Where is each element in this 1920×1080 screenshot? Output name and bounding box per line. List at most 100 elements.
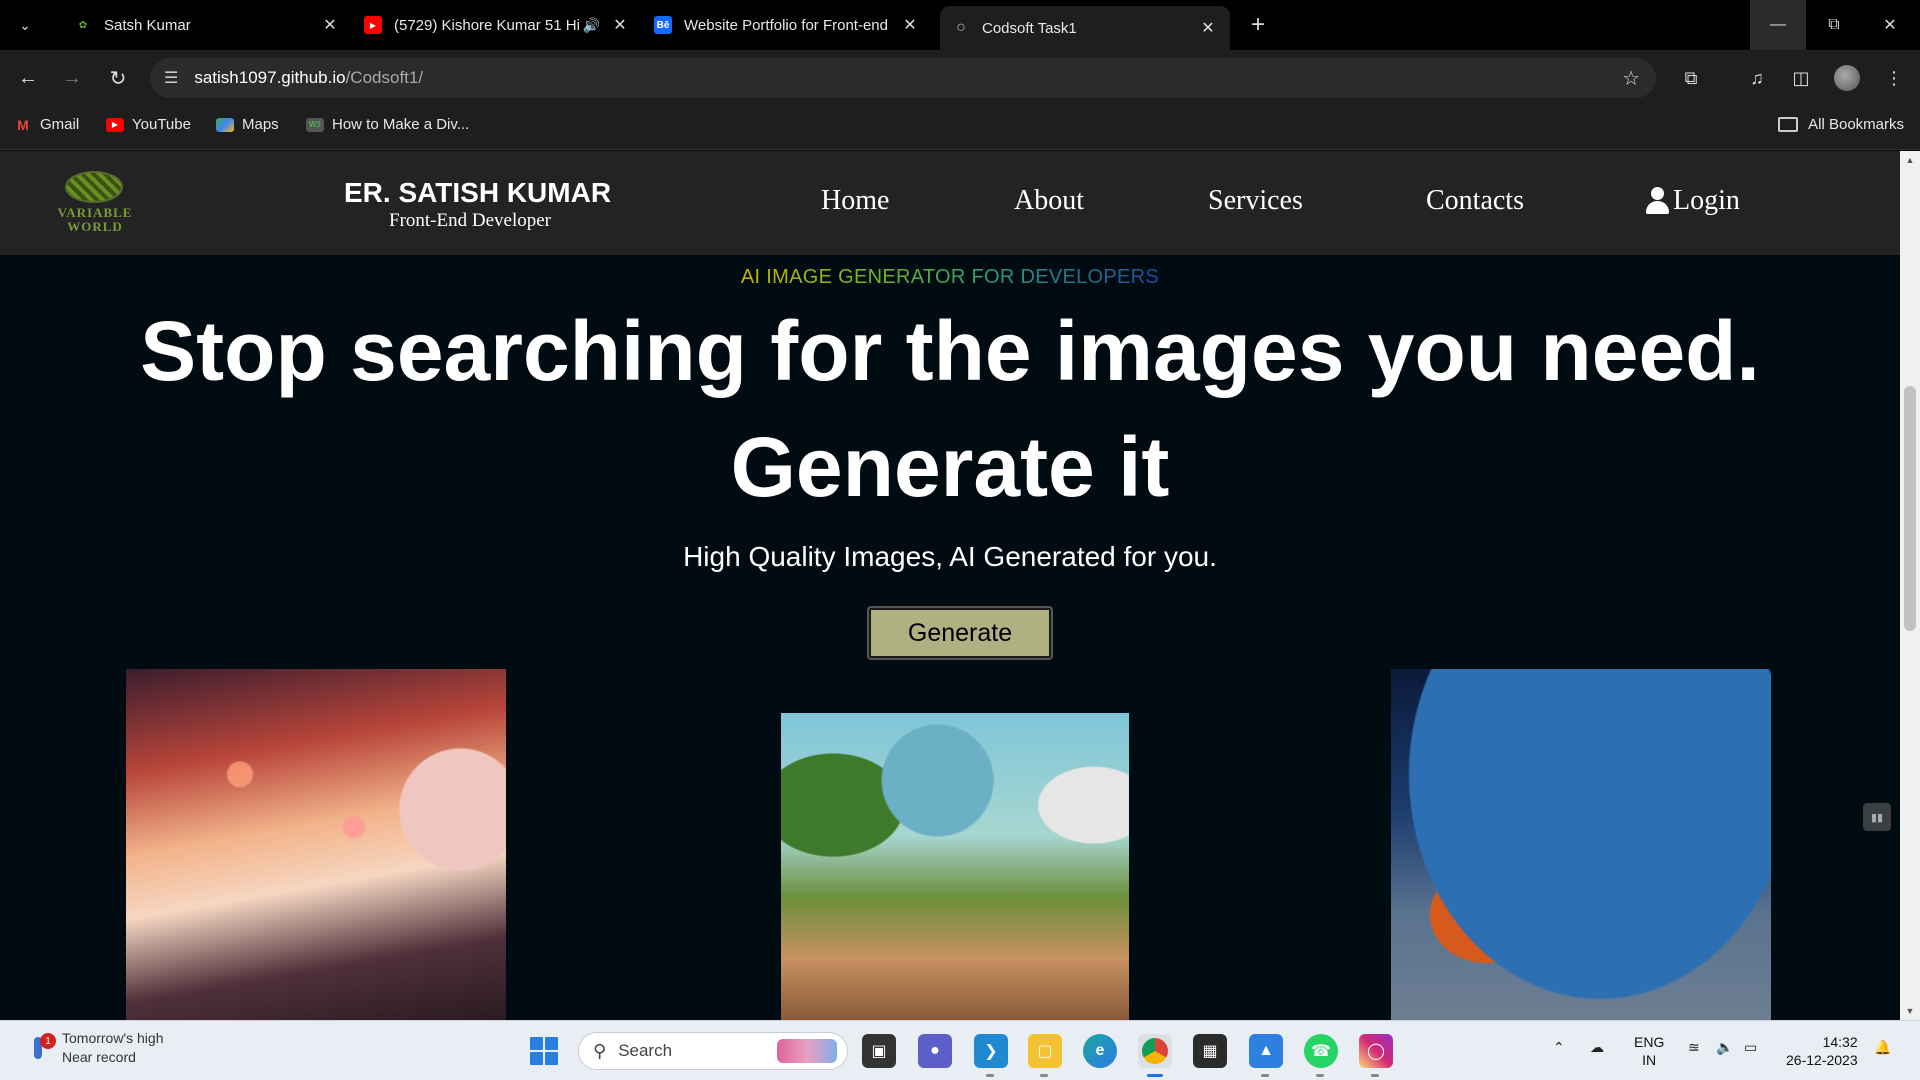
windows-start-icon[interactable] [530,1037,558,1065]
side-panel-icon[interactable]: ◫ [1785,62,1817,94]
kids-reading-in-forest-image [781,713,1129,1020]
thermometer-icon: 1 [26,1033,56,1061]
extensions-puzzle-icon[interactable]: ⧉ [1675,62,1707,94]
bookmark-maps[interactable]: Maps [216,116,279,133]
edge-icon[interactable]: e [1083,1034,1117,1068]
bookmark-label: Gmail [40,116,80,133]
nav-about[interactable]: About [1014,185,1084,217]
scrollbar-thumb[interactable] [1904,386,1916,631]
system-clock[interactable]: 14:32 26-12-2023 [1786,1033,1858,1069]
new-tab-plus-icon[interactable]: + [1243,10,1273,40]
whatsapp-icon[interactable]: ☎ [1304,1034,1338,1077]
nav-login[interactable]: Login [1645,185,1740,217]
weather-badge: 1 [40,1033,56,1049]
close-tab-icon[interactable]: ✕ [610,15,630,35]
nav-contacts[interactable]: Contacts [1426,185,1524,217]
nav-services[interactable]: Services [1208,185,1303,217]
volume-icon[interactable]: 🔈 [1716,1039,1733,1056]
back-arrow-icon[interactable]: ← [12,62,44,94]
bookmark-youtube[interactable]: ▶ YouTube [106,116,191,133]
chrome-icon[interactable] [1138,1034,1172,1077]
battery-icon[interactable]: ▭ [1744,1039,1757,1056]
tab-satsh-kumar[interactable]: ✿ Satsh Kumar ✕ [62,6,352,44]
tab-website-portfolio[interactable]: Bē Website Portfolio for Front-end ✕ [642,6,932,44]
site-info-icon[interactable]: ☰ [164,68,178,88]
window-close-icon[interactable]: ✕ [1862,0,1918,50]
clock-date: 26-12-2023 [1786,1052,1858,1068]
onedrive-cloud-icon[interactable]: ☁ [1590,1039,1604,1056]
browser-toolbar: ← → ↻ ☰ satish1097.github.io/Codsoft1/ ☆… [0,50,1920,106]
search-icon: ⚲ [593,1040,607,1061]
vscode-icon[interactable]: ❯ [974,1034,1008,1077]
w3schools-icon: W3 [306,117,324,132]
wifi-icon[interactable]: ≊ [1688,1039,1700,1056]
search-highlight-icon [777,1039,837,1063]
bookmark-gmail[interactable]: M Gmail [14,116,79,133]
microsoft-store-icon[interactable]: ▦ [1193,1034,1227,1068]
photos-icon[interactable]: ▲ [1249,1034,1283,1077]
maps-pin-icon [216,117,234,132]
weather-line2: Near record [62,1049,136,1065]
file-explorer-icon[interactable]: ▢ [1028,1034,1062,1077]
speaker-icon[interactable]: 🔊 [583,17,600,34]
close-tab-icon[interactable]: ✕ [320,15,340,35]
taskbar-search[interactable]: ⚲ Search [578,1032,848,1070]
close-tab-icon[interactable]: ✕ [900,15,920,35]
scroll-up-arrow-icon[interactable]: ▲ [1900,151,1920,169]
hero-subline: High Quality Images, AI Generated for yo… [683,541,1217,572]
close-tab-icon[interactable]: ✕ [1198,18,1218,38]
login-label: Login [1673,185,1740,216]
lang-line1: ENG [1634,1034,1665,1050]
browser-tab-strip: ⌄ ✿ Satsh Kumar ✕ ▶ (5729) Kishore Kumar… [0,0,1920,50]
nav-home[interactable]: Home [821,185,889,217]
weather-widget[interactable]: 1 Tomorrow's high Near record [26,1029,164,1067]
search-placeholder: Search [618,1041,673,1060]
tab-search-chevron-icon[interactable]: ⌄ [10,10,40,40]
logo-text-line2: WORLD [67,219,123,234]
tab-codsoft-task1[interactable]: ○ Codsoft Task1 ✕ [940,6,1230,50]
tab-youtube-music[interactable]: ▶ (5729) Kishore Kumar 51 Hi 🔊 ✕ [352,6,642,44]
page-viewport: VARIABLE WORLD ER. SATISH KUMAR Front-En… [0,151,1900,1020]
youtube-favicon-icon: ▶ [364,16,382,34]
generate-button[interactable]: Generate [867,606,1053,660]
profile-avatar[interactable] [1834,65,1860,91]
notification-bell-icon[interactable]: 🔔 [1874,1039,1891,1056]
bookmark-label: Maps [242,116,279,133]
brand-subtitle: Front-End Developer [389,210,551,231]
reload-icon[interactable]: ↻ [102,62,134,94]
youtube-icon: ▶ [106,117,124,132]
bookmark-star-icon[interactable]: ☆ [1622,66,1640,91]
globe-logo-icon [65,171,123,203]
bookmark-how-to-make-div[interactable]: W3 How to Make a Div... [306,116,469,133]
address-bar[interactable]: ☰ satish1097.github.io/Codsoft1/ ☆ [150,58,1656,98]
instagram-icon[interactable]: ◯ [1359,1034,1393,1077]
bookmark-label: YouTube [132,116,191,133]
all-bookmarks[interactable]: All Bookmarks [1778,116,1904,133]
task-view-icon[interactable]: ▣ [862,1034,896,1068]
kebab-menu-icon[interactable]: ⋮ [1878,62,1910,94]
clock-time: 14:32 [1822,1034,1858,1050]
globe-favicon-icon: ○ [956,19,966,36]
input-language[interactable]: ENG IN [1634,1033,1664,1069]
floating-widget-icon[interactable]: ▮▮ [1863,803,1891,831]
behance-favicon-icon: Bē [654,16,672,34]
page-scrollbar[interactable]: ▲ ▼ [1900,151,1920,1020]
minimize-icon[interactable]: — [1750,0,1806,50]
tray-chevron-up-icon[interactable]: ⌃ [1553,1039,1565,1056]
restore-icon[interactable]: ⧉ [1806,0,1862,50]
hero-eyebrow: AI IMAGE GENERATOR FOR DEVELOPERS [0,266,1900,289]
tab-title: Codsoft Task1 [982,19,1077,37]
scroll-down-arrow-icon[interactable]: ▼ [1900,1002,1920,1020]
teams-chat-icon[interactable]: ● [918,1034,952,1068]
forward-arrow-icon[interactable]: → [56,62,88,94]
hero-headline-line1: Stop searching for the images you need. [140,304,1760,398]
variable-world-logo[interactable]: VARIABLE WORLD [48,169,142,237]
sprout-favicon-icon: ✿ [78,19,88,31]
media-control-icon[interactable]: ♫ [1741,62,1773,94]
url-path: /Codsoft1/ [345,68,424,87]
tab-title: (5729) Kishore Kumar 51 Hi [394,16,580,34]
gmail-icon: M [17,116,29,133]
windows-taskbar: 1 Tomorrow's high Near record ⚲ Search ▣… [0,1020,1920,1080]
user-icon [1645,187,1669,215]
eyebrow-text: AI IMAGE GENERATOR FOR DEVELOPERS [740,266,1160,288]
